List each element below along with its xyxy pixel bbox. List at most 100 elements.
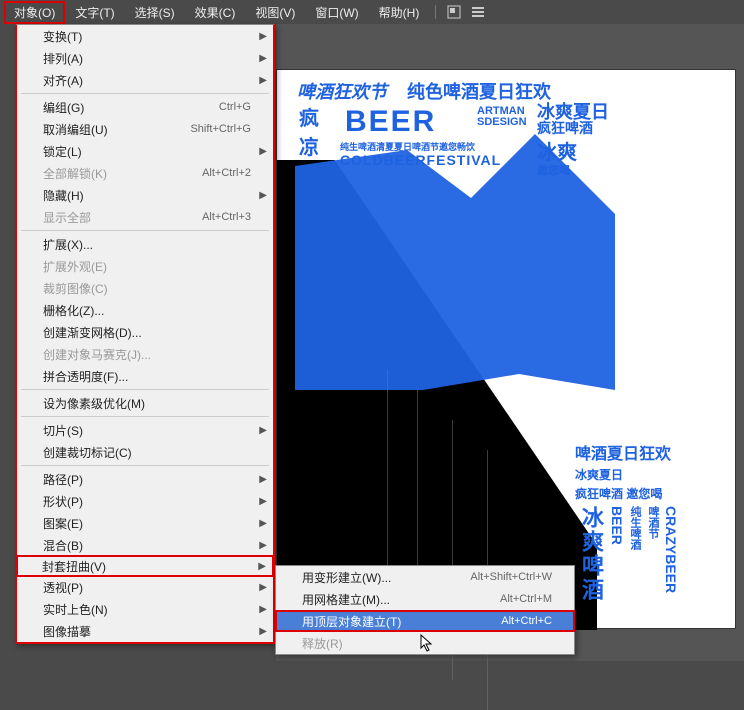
menubar: 对象(O) 文字(T) 选择(S) 效果(C) 视图(V) 窗口(W) 帮助(H… xyxy=(0,0,744,24)
menu-select[interactable]: 选择(S) xyxy=(125,1,185,24)
menu-item-shortcut: Ctrl+G xyxy=(219,101,251,113)
menu-item-shortcut: Shift+Ctrl+G xyxy=(190,123,251,135)
menu-item: 显示全部Alt+Ctrl+3 xyxy=(17,206,273,228)
menubar-separator xyxy=(435,5,436,19)
menu-item[interactable]: 锁定(L)▶ xyxy=(17,140,273,162)
menu-separator xyxy=(21,416,269,417)
submenu-item[interactable]: 用顶层对象建立(T)Alt+Ctrl+C xyxy=(276,610,574,632)
menu-item-label: 形状(P) xyxy=(43,493,251,510)
menu-item-label: 图案(E) xyxy=(43,515,251,532)
menu-help[interactable]: 帮助(H) xyxy=(369,1,430,24)
menu-window[interactable]: 窗口(W) xyxy=(305,1,368,24)
envelope-distort-submenu: 用变形建立(W)...Alt+Shift+Ctrl+W用网格建立(M)...Al… xyxy=(275,565,575,655)
menu-item-label: 编组(G) xyxy=(43,99,219,116)
chevron-right-icon: ▶ xyxy=(259,75,267,86)
menu-item[interactable]: 隐藏(H) ▶ xyxy=(17,184,273,206)
menu-item-label: 创建裁切标记(C) xyxy=(43,444,251,461)
menu-item[interactable]: 变换(T) ▶ xyxy=(17,25,273,47)
artwork-right-2: 疯狂啤酒 xyxy=(537,118,593,138)
menu-separator xyxy=(21,465,269,466)
menu-item[interactable]: 混合(B)▶ xyxy=(17,534,273,556)
menu-item[interactable]: 创建裁切标记(C) xyxy=(17,441,273,463)
submenu-item-shortcut: Alt+Ctrl+M xyxy=(500,593,552,605)
menu-item[interactable]: 创建渐变网格(D)... xyxy=(17,321,273,343)
artwork-beer-large: BEER xyxy=(345,105,436,139)
document-setup-icon[interactable] xyxy=(446,4,462,20)
chevron-right-icon: ▶ xyxy=(259,53,267,64)
menu-separator xyxy=(21,93,269,94)
menu-item[interactable]: 栅格化(Z)... xyxy=(17,299,273,321)
menu-separator xyxy=(21,389,269,390)
preferences-icon[interactable] xyxy=(470,4,486,20)
menu-item-label: 混合(B) xyxy=(43,537,251,554)
chevron-right-icon: ▶ xyxy=(259,496,267,507)
submenu-item: 释放(R) xyxy=(276,632,574,654)
menu-item-label: 栅格化(Z)... xyxy=(43,302,251,319)
menu-object[interactable]: 对象(O) xyxy=(4,1,65,24)
menu-item[interactable]: 透视(P)▶ xyxy=(17,576,273,598)
menu-item-label: 创建对象马赛克(J)... xyxy=(43,346,251,363)
chevron-right-icon: ▶ xyxy=(259,31,267,42)
menu-item-label: 对齐(A) xyxy=(43,72,251,89)
chevron-right-icon: ▶ xyxy=(259,626,267,637)
chevron-right-icon: ▶ xyxy=(259,190,267,201)
submenu-item-label: 释放(R) xyxy=(302,635,552,652)
menu-item[interactable]: 图案(E) ▶ xyxy=(17,512,273,534)
menu-item-label: 取消编组(U) xyxy=(43,121,190,138)
submenu-item[interactable]: 用网格建立(M)...Alt+Ctrl+M xyxy=(276,588,574,610)
menu-item-label: 显示全部 xyxy=(43,209,202,226)
menu-item-shortcut: Alt+Ctrl+2 xyxy=(202,167,251,179)
menu-item[interactable]: 图像描摹 ▶ xyxy=(17,620,273,642)
menu-item-label: 扩展外观(E) xyxy=(43,258,251,275)
menu-item-label: 设为像素级优化(M) xyxy=(43,395,251,412)
menu-item-label: 裁剪图像(C) xyxy=(43,280,251,297)
menu-item-label: 拼合透明度(F)... xyxy=(43,368,251,385)
chevron-right-icon: ▶ xyxy=(259,425,267,436)
menu-item: 扩展外观(E) xyxy=(17,255,273,277)
menu-type[interactable]: 文字(T) xyxy=(65,1,124,24)
submenu-item[interactable]: 用变形建立(W)...Alt+Shift+Ctrl+W xyxy=(276,566,574,588)
menu-item[interactable]: 拼合透明度(F)... xyxy=(17,365,273,387)
menu-separator xyxy=(21,230,269,231)
artwork-secondary-block: 啤酒夏日狂欢 冰爽夏日 疯狂啤酒 邀您喝 冰爽啤酒 BEER 纯生啤酒 啤酒节 … xyxy=(575,440,715,602)
submenu-item-shortcut: Alt+Ctrl+C xyxy=(501,615,552,627)
menu-item-label: 图像描摹 xyxy=(43,623,251,640)
artwork-artman-block: ARTMANSDESIGN xyxy=(477,106,527,128)
menu-item[interactable]: 切片(S)▶ xyxy=(17,419,273,441)
object-menu-dropdown: 变换(T)▶排列(A)▶对齐(A)▶编组(G)Ctrl+G取消编组(U)Shif… xyxy=(15,24,275,644)
menu-item-shortcut: Alt+Ctrl+3 xyxy=(202,211,251,223)
menu-item-label: 实时上色(N) xyxy=(43,601,251,618)
menu-item-label: 全部解锁(K) xyxy=(43,165,202,182)
menu-item[interactable]: 实时上色(N) ▶ xyxy=(17,598,273,620)
menu-item[interactable]: 封套扭曲(V)▶ xyxy=(16,555,274,577)
artboard[interactable]: 啤酒狂欢节 纯色啤酒夏日狂欢 疯凉 BEER ARTMANSDESIGN 冰爽夏… xyxy=(276,69,736,629)
menu-item: 全部解锁(K)Alt+Ctrl+2 xyxy=(17,162,273,184)
artwork-left-chars: 疯凉 xyxy=(299,102,319,160)
menu-item[interactable]: 取消编组(U)Shift+Ctrl+G xyxy=(17,118,273,140)
menu-item[interactable]: 路径(P)▶ xyxy=(17,468,273,490)
menu-item: 裁剪图像(C) xyxy=(17,277,273,299)
menu-item-label: 变换(T) xyxy=(43,28,251,45)
menu-item-label: 扩展(X)... xyxy=(43,236,251,253)
chevron-right-icon: ▶ xyxy=(259,582,267,593)
chevron-right-icon: ▶ xyxy=(259,474,267,485)
menu-item[interactable]: 排列(A)▶ xyxy=(17,47,273,69)
artwork-title-main: 纯色啤酒夏日狂欢 xyxy=(407,78,551,104)
menu-item[interactable]: 形状(P) ▶ xyxy=(17,490,273,512)
menu-item: 创建对象马赛克(J)... xyxy=(17,343,273,365)
menu-item[interactable]: 编组(G)Ctrl+G xyxy=(17,96,273,118)
menu-item-label: 创建渐变网格(D)... xyxy=(43,324,251,341)
chevron-right-icon: ▶ xyxy=(259,604,267,615)
menu-item-label: 封套扭曲(V) xyxy=(42,558,252,575)
artwork-title-italic: 啤酒狂欢节 xyxy=(297,78,387,104)
menu-view[interactable]: 视图(V) xyxy=(245,1,305,24)
chevron-right-icon: ▶ xyxy=(259,518,267,529)
menu-effect[interactable]: 效果(C) xyxy=(185,1,246,24)
menu-item[interactable]: 对齐(A) ▶ xyxy=(17,69,273,91)
submenu-item-label: 用顶层对象建立(T) xyxy=(302,613,501,630)
submenu-item-label: 用网格建立(M)... xyxy=(302,591,500,608)
submenu-item-label: 用变形建立(W)... xyxy=(302,569,470,586)
menu-item-label: 隐藏(H) xyxy=(43,187,251,204)
menu-item[interactable]: 设为像素级优化(M) xyxy=(17,392,273,414)
menu-item[interactable]: 扩展(X)... xyxy=(17,233,273,255)
